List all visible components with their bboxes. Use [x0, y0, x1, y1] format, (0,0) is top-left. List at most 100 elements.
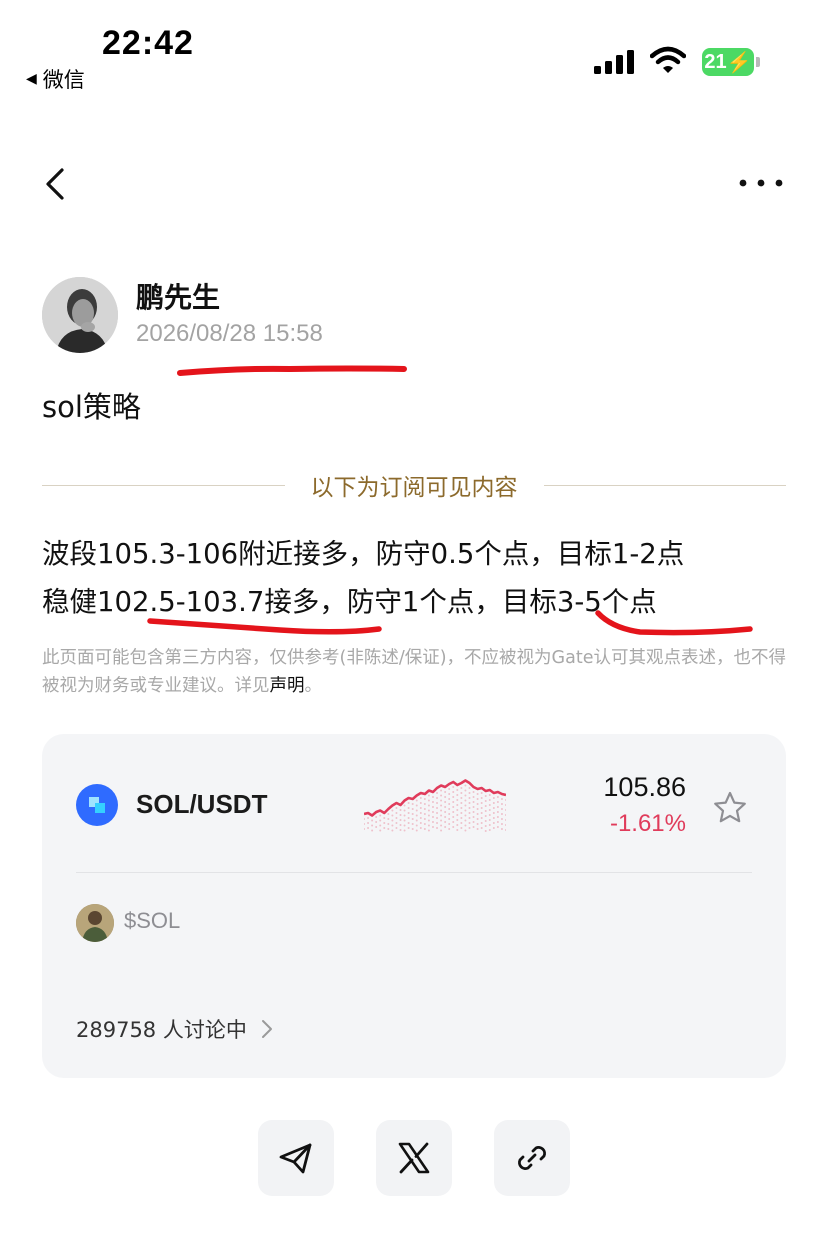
sparkline-fill-dot	[423, 828, 426, 830]
sparkline-fill-dot	[452, 801, 455, 803]
sparkline-fill-dot	[423, 818, 426, 820]
sparkline-fill-dot	[419, 827, 422, 829]
sparkline-fill-dot	[464, 789, 467, 792]
back-app-label: 微信	[42, 68, 85, 92]
author-name[interactable]: 鹏先生	[136, 276, 220, 316]
sparkline-fill-dot	[423, 808, 426, 810]
sparkline-fill-dot	[440, 794, 443, 797]
sparkline-fill-dot	[427, 794, 430, 797]
sparkline-fill-dot	[371, 819, 374, 822]
cellular-signal-icon	[594, 50, 634, 74]
sparkline-fill-dot	[480, 802, 483, 804]
disclaimer: 此页面可能包含第三方内容，仅供参考(非陈述/保证)，不应被视为Gate认可其观点…	[42, 644, 790, 700]
trading-pair[interactable]: SOL/USDT	[136, 789, 267, 820]
card-separator	[76, 872, 752, 873]
sparkline-fill-dot	[431, 816, 434, 818]
sparkline-fill-dot	[411, 823, 414, 825]
sparkline-fill-dot	[492, 802, 495, 804]
sparkline-fill-dot	[415, 824, 418, 827]
sparkline-fill-dot	[407, 802, 410, 804]
sparkline-fill-dot	[456, 824, 459, 826]
sparkline-fill-dot	[427, 799, 430, 802]
back-to-app-link[interactable]: ◀ 微信	[26, 64, 85, 94]
sparkline-fill-dot	[488, 804, 491, 806]
sparkline-fill-dot	[480, 827, 483, 829]
ticker-card[interactable]: SOL/USDT 105.86 -1.61% $SOL 289758 人讨论中	[42, 734, 786, 1078]
divider-line-right	[543, 484, 786, 486]
sparkline-fill-dot	[460, 787, 463, 789]
discussion-link[interactable]: 289758 人讨论中	[76, 1014, 273, 1044]
sparkline-fill-dot	[464, 814, 467, 817]
sparkline-fill-dot	[431, 806, 434, 808]
status-time: 22:42	[102, 24, 194, 62]
sparkline-fill-dot	[399, 819, 402, 821]
sparkline-fill-dot	[448, 828, 451, 830]
more-horizontal-icon[interactable]	[738, 176, 784, 190]
topic-tag[interactable]: $SOL	[124, 908, 180, 934]
sparkline-fill-dot	[423, 803, 426, 805]
sparkline-fill-dot	[480, 812, 483, 814]
sparkline-fill-dot	[456, 809, 459, 811]
x-logo-icon	[398, 1142, 430, 1174]
sparkline-fill-dot	[464, 809, 467, 812]
sparkline-fill-dot	[427, 824, 430, 827]
sparkline-fill-dot	[480, 807, 483, 809]
sparkline-fill-dot	[468, 807, 471, 809]
sparkline-fill-dot	[460, 792, 463, 794]
sparkline-fill-dot	[364, 818, 365, 820]
sparkline-fill-dot	[505, 814, 506, 816]
sparkline-fill-dot	[468, 817, 471, 819]
sparkline-fill-dot	[436, 812, 439, 814]
disclaimer-link[interactable]: 声明	[270, 676, 305, 696]
sparkline-fill-dot	[427, 814, 430, 817]
sparkline-fill-dot	[496, 801, 499, 803]
sparkline-fill-dot	[488, 809, 491, 811]
sparkline-fill-dot	[456, 804, 459, 806]
sparkline-fill-dot	[387, 823, 390, 825]
price-change: -1.61%	[609, 810, 686, 837]
sparkline-fill-dot	[492, 807, 495, 809]
star-favorite-icon[interactable]	[712, 790, 748, 826]
sparkline-fill-dot	[391, 824, 394, 827]
sparkline-fill-dot	[484, 805, 487, 807]
sparkline-fill-dot	[505, 804, 506, 806]
sparkline-fill-dot	[407, 812, 410, 814]
share-x-button[interactable]	[376, 1120, 452, 1196]
tag-avatar	[76, 904, 114, 942]
sparkline-fill-dot	[427, 804, 430, 807]
sparkline-fill-dot	[500, 818, 503, 820]
sparkline-fill-dot	[452, 826, 455, 828]
sparkline-fill-dot	[456, 794, 459, 796]
sparkline-fill-dot	[476, 808, 479, 810]
sparkline-fill-dot	[379, 829, 382, 832]
sparkline-fill-dot	[464, 829, 467, 832]
post-timestamp: 2026/08/28 15:58	[136, 320, 323, 347]
sparkline-fill-dot	[367, 822, 370, 824]
sparkline-fill-dot	[456, 814, 459, 816]
copy-link-button[interactable]	[494, 1120, 570, 1196]
share-telegram-button[interactable]	[258, 1120, 334, 1196]
sparkline-fill-dot	[444, 796, 447, 798]
sparkline-fill-dot	[407, 807, 410, 809]
sparkline-fill-dot	[387, 818, 390, 820]
sparkline-fill-dot	[472, 806, 475, 808]
sparkline-fill-dot	[440, 814, 443, 817]
chevron-left-icon[interactable]	[40, 164, 70, 204]
sparkline-fill-dot	[415, 804, 418, 807]
sparkline-fill-dot	[399, 829, 402, 831]
sparkline-fill-dot	[488, 824, 491, 826]
sparkline-fill-dot	[375, 816, 378, 818]
sparkline-fill-dot	[488, 814, 491, 816]
sparkline-fill-dot	[391, 819, 394, 822]
sparkline-fill-dot	[423, 823, 426, 825]
sparkline-fill-dot	[484, 820, 487, 822]
sparkline-fill-dot	[452, 821, 455, 823]
divider-line-left	[42, 484, 285, 486]
sparkline-fill-dot	[492, 827, 495, 829]
sparkline-fill-dot	[468, 797, 471, 799]
disclaimer-end: 。	[304, 676, 323, 696]
sparkline-fill-dot	[399, 809, 402, 811]
sparkline-fill-dot	[440, 819, 443, 822]
sparkline-fill-dot	[472, 796, 475, 798]
author-avatar[interactable]	[42, 277, 118, 353]
